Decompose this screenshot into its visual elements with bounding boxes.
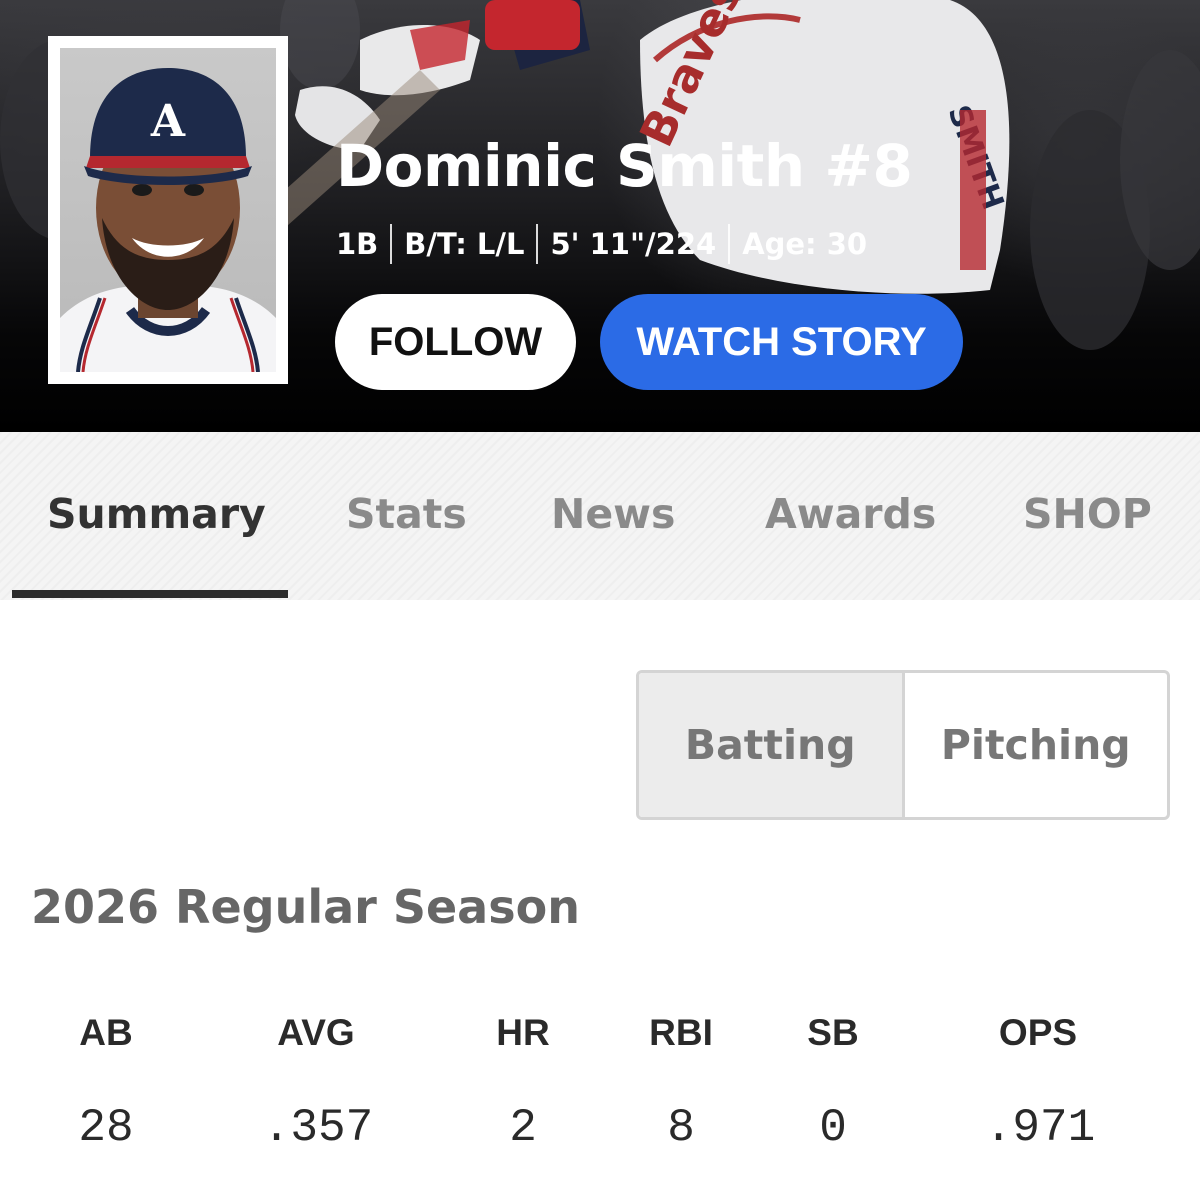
stat-header: RBI [649, 1012, 713, 1053]
tab-summary[interactable]: Summary [47, 490, 266, 538]
player-headshot-frame: A [48, 36, 288, 384]
season-title: 2026 Regular Season [31, 880, 580, 934]
watch-story-button[interactable]: WATCH STORY [600, 294, 963, 390]
player-bio: 1B B/T: L/L 5' 11"/224 Age: 30 [336, 224, 879, 264]
stat-value: .971 [984, 1102, 1096, 1154]
toggle-batting[interactable]: Batting [639, 673, 905, 817]
stat-value: 28 [78, 1102, 134, 1154]
bio-position: 1B [336, 227, 379, 261]
stat-header: HR [496, 1012, 550, 1053]
active-tab-indicator [12, 590, 288, 598]
bio-age: Age: 30 [742, 227, 868, 261]
player-headshot: A [60, 48, 276, 372]
follow-button[interactable]: FOLLOW [335, 294, 576, 390]
stat-value: 2 [509, 1102, 537, 1154]
tab-stats[interactable]: Stats [346, 490, 467, 538]
stat-header: AVG [277, 1012, 355, 1053]
bio-divider [536, 224, 539, 264]
stat-header: AB [79, 1012, 133, 1053]
stat-type-toggle: Batting Pitching [636, 670, 1170, 820]
tab-shop[interactable]: SHOP [1023, 490, 1152, 538]
bio-divider [728, 224, 731, 264]
bio-height-weight: 5' 11"/224 [550, 227, 717, 261]
stat-value: .357 [262, 1102, 374, 1154]
profile-tabs: Summary Stats News Awards SHOP [0, 432, 1200, 600]
stat-value: 8 [667, 1102, 695, 1154]
toggle-pitching[interactable]: Pitching [905, 673, 1168, 817]
bio-bats-throws: B/T: L/L [404, 227, 525, 261]
stat-header: OPS [998, 1012, 1078, 1053]
cap-logo: A [150, 96, 186, 147]
player-name: Dominic Smith #8 [336, 132, 913, 200]
player-hero: Braves SMITH [0, 0, 1200, 432]
bio-divider [390, 224, 393, 264]
stat-header: SB [807, 1012, 859, 1053]
stat-value: 0 [819, 1102, 847, 1154]
tab-awards[interactable]: Awards [765, 490, 936, 538]
tab-news[interactable]: News [551, 490, 675, 538]
